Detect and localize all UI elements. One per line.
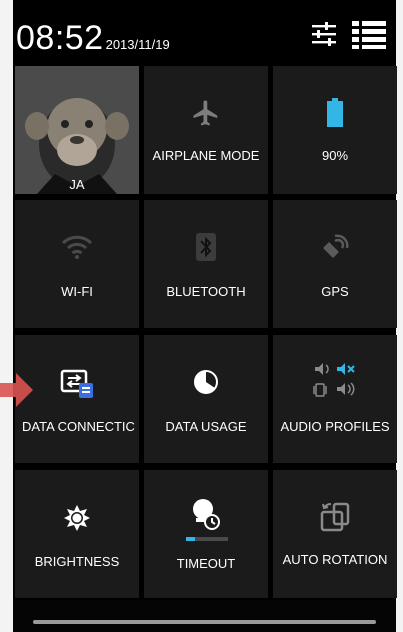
tile-user-profile[interactable]: JA [15,66,139,194]
tile-battery[interactable]: 90% [273,66,397,194]
wifi-icon [61,234,93,265]
sliders-icon[interactable] [310,20,338,53]
gps-icon [319,232,351,267]
tile-brightness[interactable]: BRIGHTNESS [15,470,139,598]
data-connection-label: DATA CONNECTIC [22,419,135,434]
auto-rotation-label: AUTO ROTATION [282,552,388,567]
wifi-label: WI-FI [61,284,93,299]
tile-bluetooth[interactable]: BLUETOOTH [144,200,268,328]
bluetooth-icon [195,232,217,267]
highlight-arrow-icon [0,372,34,408]
data-connection-icon [60,367,94,404]
tile-auto-rotation[interactable]: AUTO ROTATION [273,470,397,598]
time-text: 08:52 [16,19,104,57]
bluetooth-label: BLUETOOTH [166,284,246,299]
tile-airplane-mode[interactable]: AIRPLANE MODE [144,66,268,194]
airplane-mode-label: AIRPLANE MODE [152,148,260,163]
date-text: 2013/11/19 [105,37,170,52]
battery-label: 90% [321,148,349,163]
tile-audio-profiles[interactable]: AUDIO PROFILES [273,335,397,463]
tile-wifi[interactable]: WI-FI [15,200,139,328]
rotation-icon [318,502,352,537]
gps-label: GPS [321,284,349,299]
tile-timeout[interactable]: TIMEOUT [144,470,268,598]
avatar [15,66,139,194]
brightness-label: BRIGHTNESS [34,554,120,569]
clock: 08:52 2013/11/19 [16,18,170,65]
list-view-icon[interactable] [352,20,388,55]
drag-handle[interactable] [33,620,376,624]
data-usage-label: DATA USAGE [165,419,247,434]
tile-gps[interactable]: GPS [273,200,397,328]
panel-footer [13,600,396,632]
user-name-label: JA [69,177,85,192]
timeout-progress-fill [186,537,196,541]
quick-settings-panel: 08:52 2013/11/19 JA AIRPLANE MODE 90% WI… [13,0,397,632]
data-usage-icon [193,369,219,400]
airplane-icon [191,98,221,133]
tile-data-usage[interactable]: DATA USAGE [144,335,268,463]
brightness-icon [63,504,91,537]
timeout-progress-bar [186,537,228,541]
audio-profiles-icon [313,363,357,404]
battery-icon [326,98,344,133]
timeout-label: TIMEOUT [176,556,236,571]
timeout-icon [191,498,221,535]
audio-profiles-label: AUDIO PROFILES [280,419,390,434]
status-bar: 08:52 2013/11/19 [13,0,396,66]
